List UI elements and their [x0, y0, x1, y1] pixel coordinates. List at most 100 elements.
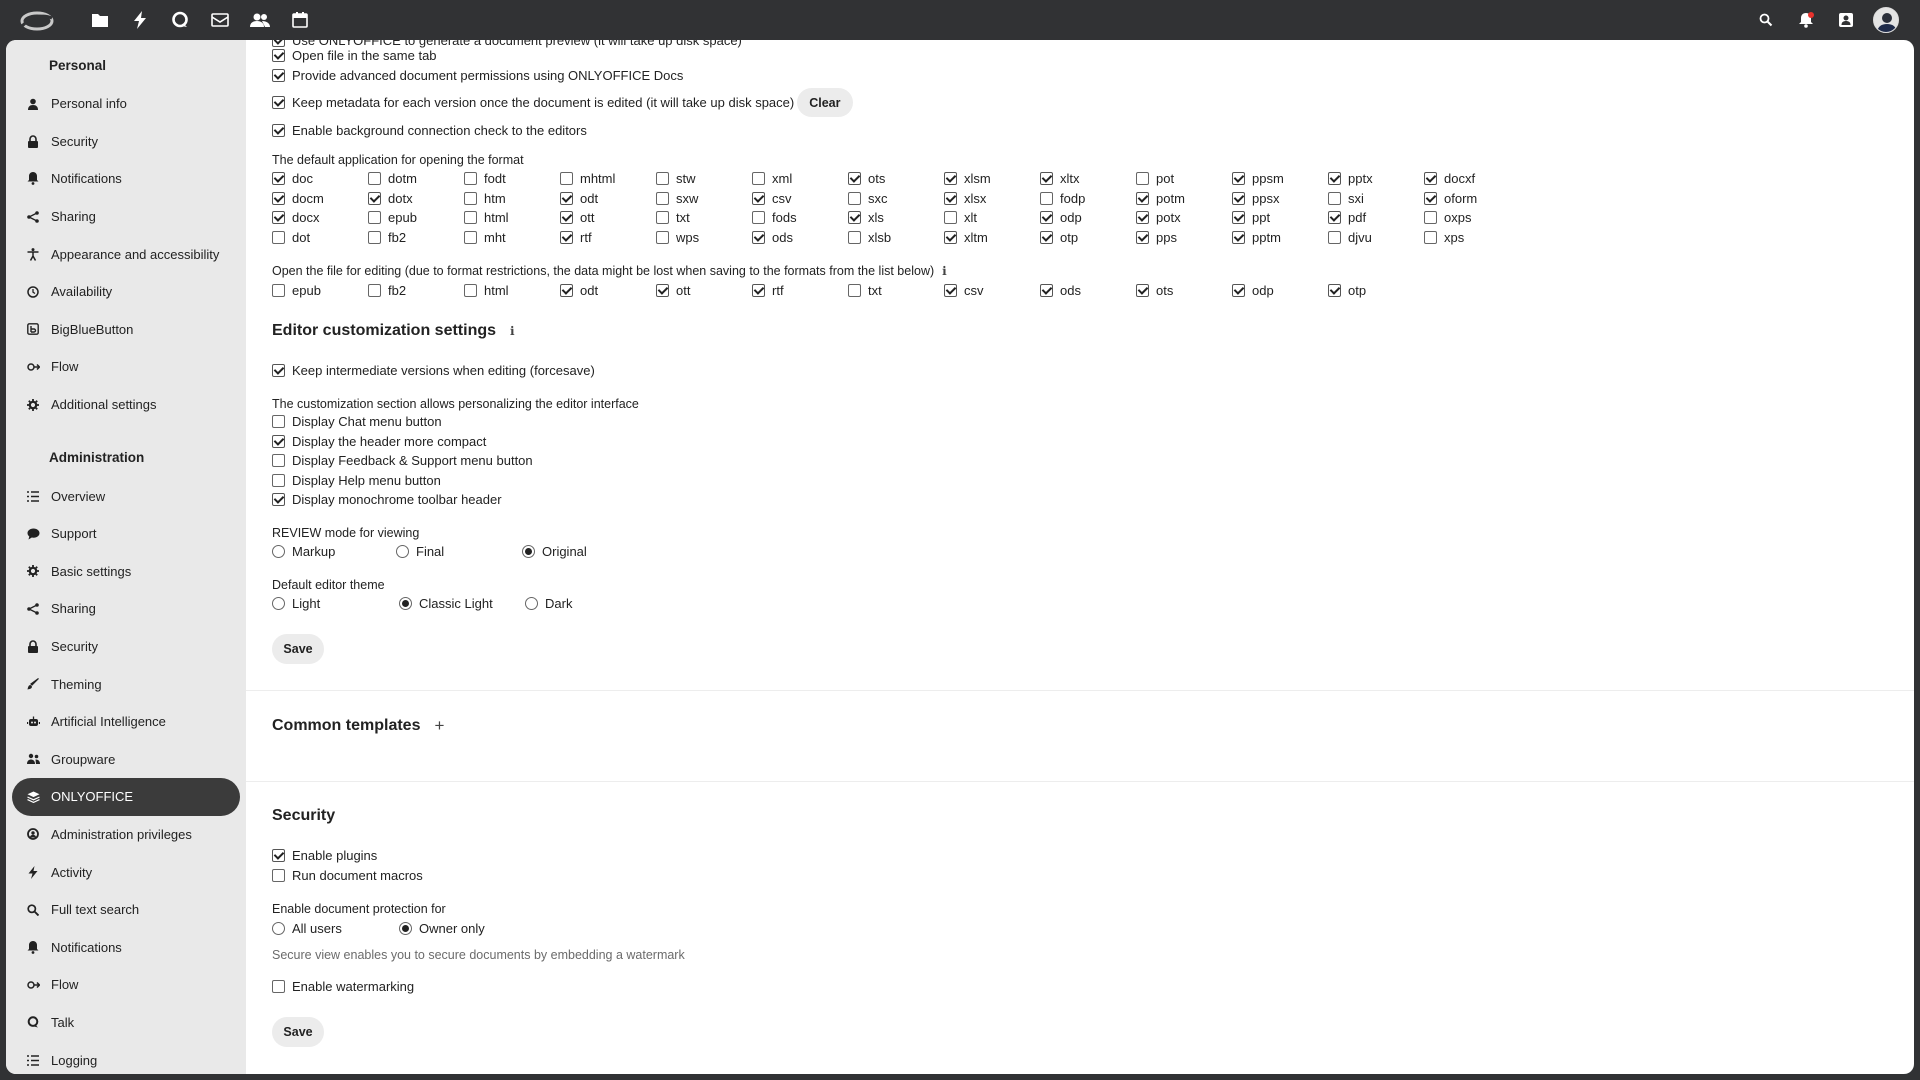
- personal-item-availability[interactable]: Availability: [12, 273, 240, 311]
- format-pdf-checkbox[interactable]: [1328, 211, 1341, 225]
- format-ots-checkbox[interactable]: [848, 172, 861, 186]
- format-mhtml-option[interactable]: mhtml: [560, 169, 656, 189]
- format-stw-checkbox[interactable]: [656, 172, 669, 186]
- format-htm-checkbox[interactable]: [464, 191, 477, 205]
- personal-item-bigbluebutton[interactable]: BigBlueButton: [12, 311, 240, 349]
- protection-option[interactable]: Owner only: [399, 921, 519, 936]
- search-icon[interactable]: [1746, 0, 1786, 40]
- format-sxw-option[interactable]: sxw: [656, 189, 752, 209]
- format-xlsx-checkbox[interactable]: [944, 191, 957, 205]
- format-sxc-checkbox[interactable]: [848, 191, 861, 205]
- format-oxps-checkbox[interactable]: [1424, 211, 1437, 225]
- personal-item-notifications[interactable]: Notifications: [12, 160, 240, 198]
- format-dotx-checkbox[interactable]: [368, 191, 381, 205]
- format-dotm-checkbox[interactable]: [368, 172, 381, 186]
- edit-format-ott-option[interactable]: ott: [656, 281, 752, 301]
- custom-1-checkbox[interactable]: [272, 434, 285, 448]
- format-docxf-option[interactable]: docxf: [1424, 169, 1520, 189]
- format-pot-checkbox[interactable]: [1136, 172, 1149, 186]
- admin-item-onlyoffice[interactable]: ONLYOFFICE: [12, 778, 240, 816]
- talk-icon[interactable]: [160, 0, 200, 40]
- format-fodt-option[interactable]: fodt: [464, 169, 560, 189]
- review-mode-option[interactable]: Markup: [272, 544, 396, 559]
- format-potx-checkbox[interactable]: [1136, 211, 1149, 225]
- format-sxi-checkbox[interactable]: [1328, 191, 1341, 205]
- edit-format-ots-checkbox[interactable]: [1136, 284, 1149, 298]
- format-oform-option[interactable]: oform: [1424, 189, 1520, 209]
- format-xltm-checkbox[interactable]: [944, 230, 957, 244]
- custom-2-checkbox[interactable]: [272, 454, 285, 468]
- format-dot-checkbox[interactable]: [272, 230, 285, 244]
- format-potm-checkbox[interactable]: [1136, 191, 1149, 205]
- format-potm-option[interactable]: potm: [1136, 189, 1232, 209]
- format-sxc-option[interactable]: sxc: [848, 189, 944, 209]
- protection-radio[interactable]: [272, 922, 285, 935]
- keep-metadata-checkbox[interactable]: [272, 96, 285, 109]
- files-icon[interactable]: [80, 0, 120, 40]
- format-ott-option[interactable]: ott: [560, 208, 656, 228]
- personal-item-personal-info[interactable]: Personal info: [12, 85, 240, 123]
- admin-item-notifications[interactable]: Notifications: [12, 928, 240, 966]
- format-htm-option[interactable]: htm: [464, 189, 560, 209]
- format-wps-checkbox[interactable]: [656, 230, 669, 244]
- security-1-option[interactable]: Run document macros: [272, 866, 423, 886]
- review-mode-option[interactable]: Original: [522, 544, 642, 559]
- edit-format-csv-checkbox[interactable]: [944, 284, 957, 298]
- format-odp-option[interactable]: odp: [1040, 208, 1136, 228]
- format-txt-option[interactable]: txt: [656, 208, 752, 228]
- format-ods-checkbox[interactable]: [752, 230, 765, 244]
- edit-format-epub-option[interactable]: epub: [272, 281, 368, 301]
- admin-item-flow[interactable]: Flow: [12, 966, 240, 1004]
- protection-radio[interactable]: [399, 922, 412, 935]
- user-avatar[interactable]: [1866, 0, 1906, 40]
- format-ppsx-checkbox[interactable]: [1232, 191, 1245, 205]
- format-dot-option[interactable]: dot: [272, 228, 368, 248]
- edit-format-odp-checkbox[interactable]: [1232, 284, 1245, 298]
- format-xml-option[interactable]: xml: [752, 169, 848, 189]
- admin-item-theming[interactable]: Theming: [12, 665, 240, 703]
- format-stw-option[interactable]: stw: [656, 169, 752, 189]
- format-otp-option[interactable]: otp: [1040, 228, 1136, 248]
- edit-format-html-checkbox[interactable]: [464, 284, 477, 298]
- admin-item-security[interactable]: Security: [12, 628, 240, 666]
- add-template-icon[interactable]: +: [434, 716, 444, 736]
- bg-check-option[interactable]: Enable background connection check to th…: [272, 121, 587, 140]
- admin-item-activity[interactable]: Activity: [12, 853, 240, 891]
- review-mode-radio[interactable]: [396, 545, 409, 558]
- format-ppt-option[interactable]: ppt: [1232, 208, 1328, 228]
- contacts-icon[interactable]: [240, 0, 280, 40]
- edit-format-txt-option[interactable]: txt: [848, 281, 944, 301]
- format-epub-checkbox[interactable]: [368, 211, 381, 225]
- info-icon[interactable]: ℹ: [942, 264, 947, 278]
- edit-format-odp-option[interactable]: odp: [1232, 281, 1328, 301]
- format-ott-checkbox[interactable]: [560, 211, 573, 225]
- format-docx-option[interactable]: docx: [272, 208, 368, 228]
- custom-1-option[interactable]: Display the header more compact: [272, 432, 533, 452]
- edit-format-ots-option[interactable]: ots: [1136, 281, 1232, 301]
- bg-check-checkbox[interactable]: [272, 124, 285, 137]
- format-xltm-option[interactable]: xltm: [944, 228, 1040, 248]
- format-mht-checkbox[interactable]: [464, 230, 477, 244]
- admin-item-basic-settings[interactable]: Basic settings: [12, 553, 240, 591]
- protection-option[interactable]: All users: [272, 921, 399, 936]
- format-otp-checkbox[interactable]: [1040, 230, 1053, 244]
- format-xps-checkbox[interactable]: [1424, 230, 1437, 244]
- forcesave-option[interactable]: Keep intermediate versions when editing …: [272, 361, 595, 380]
- format-docx-checkbox[interactable]: [272, 211, 285, 225]
- personal-item-sharing[interactable]: Sharing: [12, 198, 240, 236]
- review-mode-radio[interactable]: [522, 545, 535, 558]
- format-odp-checkbox[interactable]: [1040, 211, 1053, 225]
- format-xlsb-option[interactable]: xlsb: [848, 228, 944, 248]
- custom-4-option[interactable]: Display monochrome toolbar header: [272, 490, 533, 510]
- format-wps-option[interactable]: wps: [656, 228, 752, 248]
- format-potx-option[interactable]: potx: [1136, 208, 1232, 228]
- format-fodt-checkbox[interactable]: [464, 172, 477, 186]
- format-xps-option[interactable]: xps: [1424, 228, 1520, 248]
- forcesave-checkbox[interactable]: [272, 364, 285, 377]
- format-pptx-checkbox[interactable]: [1328, 172, 1341, 186]
- format-xltx-option[interactable]: xltx: [1040, 169, 1136, 189]
- admin-item-talk[interactable]: Talk: [12, 1004, 240, 1042]
- edit-format-ods-checkbox[interactable]: [1040, 284, 1053, 298]
- format-pptm-checkbox[interactable]: [1232, 230, 1245, 244]
- format-xml-checkbox[interactable]: [752, 172, 765, 186]
